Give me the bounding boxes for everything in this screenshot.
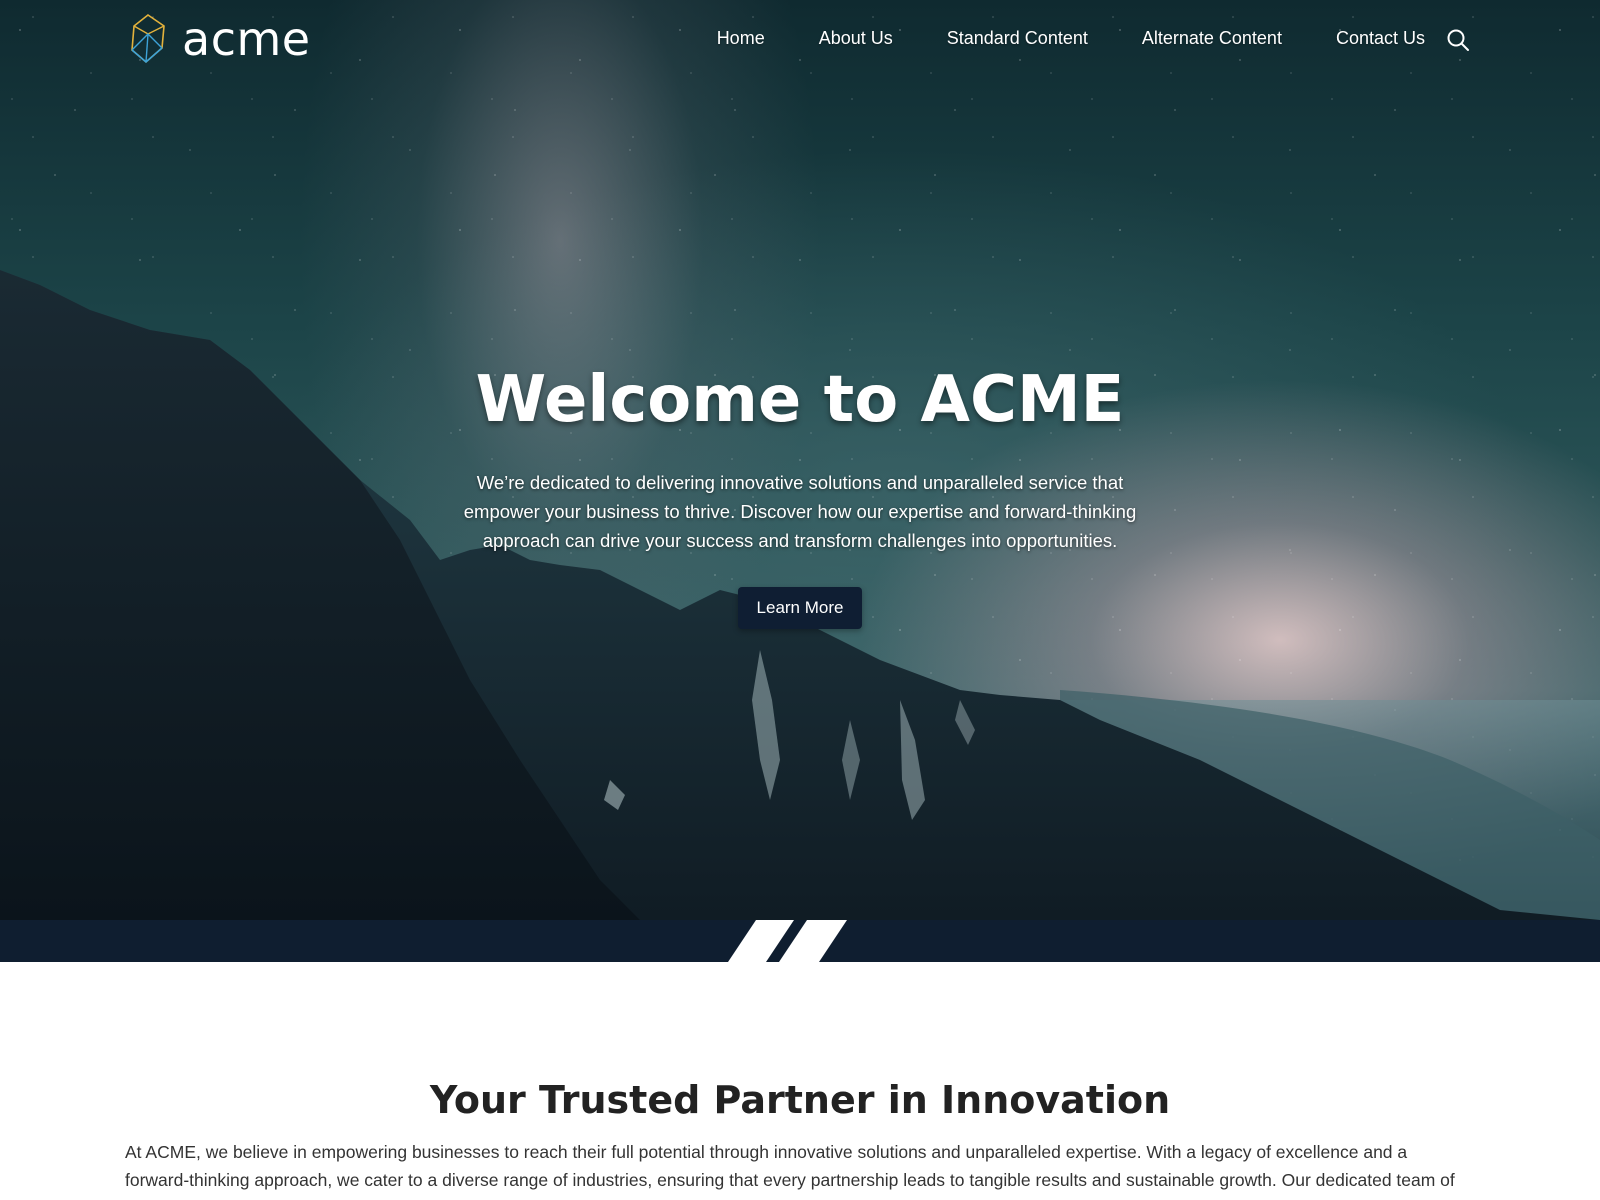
intro-section: Your Trusted Partner in Innovation At AC… [0,962,1600,1200]
main-nav: Home About Us Standard Content Alternate… [663,28,1425,49]
intro-title: Your Trusted Partner in Innovation [429,1078,1171,1122]
search-icon [1447,29,1469,51]
nav-item-standard-content[interactable]: Standard Content [947,28,1088,49]
site-header: acme Home About Us Standard Content Alte… [0,0,1600,82]
section-divider-band [0,920,1600,962]
hero-section: acme Home About Us Standard Content Alte… [0,0,1600,920]
hero-description: We’re dedicated to delivering innovative… [463,472,1137,551]
learn-more-button[interactable]: Learn More [737,587,863,629]
search-button[interactable] [1446,28,1470,52]
site-logo[interactable]: acme [128,12,311,66]
nav-item-alternate-content[interactable]: Alternate Content [1142,28,1282,49]
logo-wordmark: acme [182,12,311,66]
diagonal-stripes-decoration [728,920,847,962]
nav-item-about-us[interactable]: About Us [819,28,893,49]
polyhedron-logo-icon [131,14,165,64]
nav-item-home[interactable]: Home [717,28,765,49]
intro-paragraph: At ACME, we believe in empowering busine… [125,1142,1455,1190]
hero-content: Welcome to ACME We’re dedicated to deliv… [0,360,1600,629]
hero-title: Welcome to ACME [475,363,1125,437]
nav-item-contact-us[interactable]: Contact Us [1336,28,1425,49]
